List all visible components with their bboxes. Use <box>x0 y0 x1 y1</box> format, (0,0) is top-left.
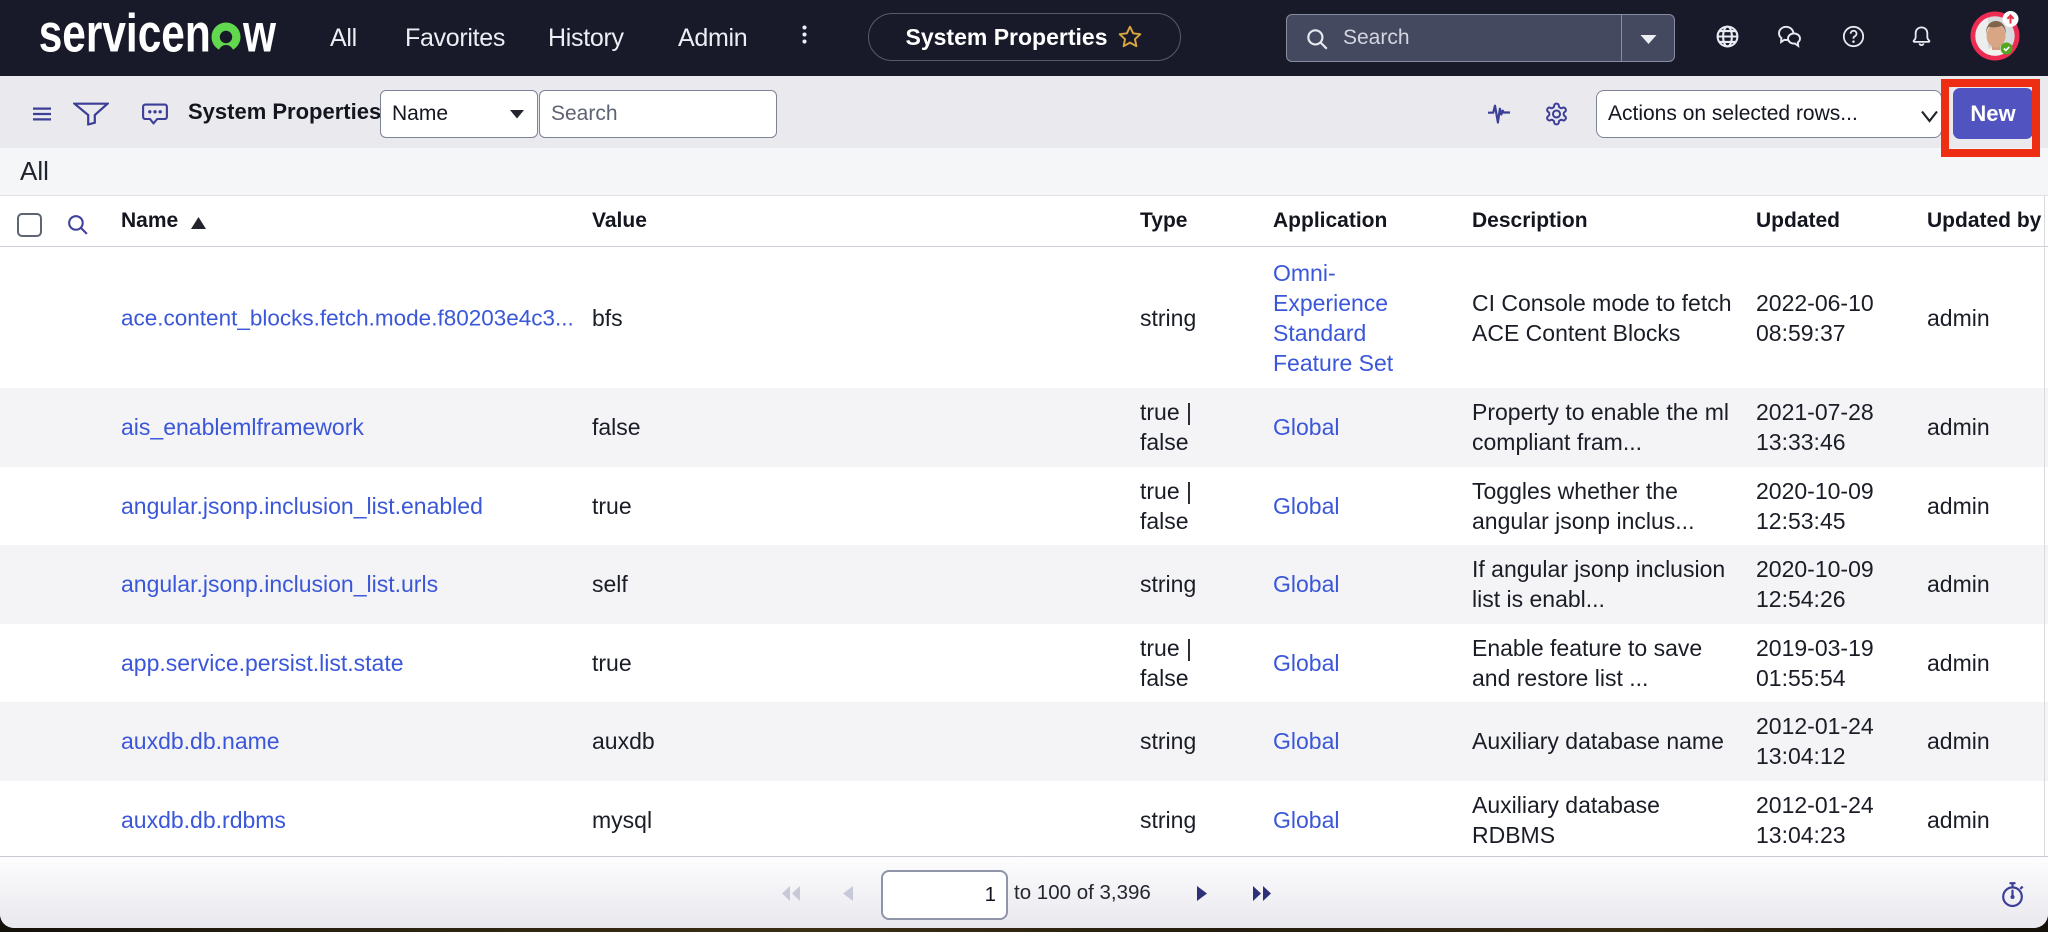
svg-text:servicen: servicen <box>39 10 211 64</box>
svg-text:w: w <box>242 10 276 64</box>
